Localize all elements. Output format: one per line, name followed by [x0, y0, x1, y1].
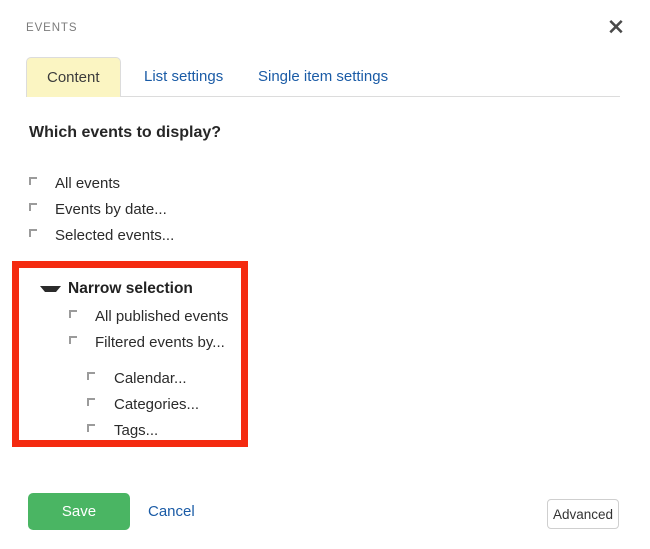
- radio-label: All published events: [95, 304, 228, 330]
- page-title: Which events to display?: [29, 123, 221, 143]
- narrow-selection-title: Narrow selection: [68, 279, 193, 299]
- tab-single-item-settings[interactable]: Single item settings: [250, 57, 396, 96]
- events-option-group: All events Events by date... Selected ev…: [0, 171, 650, 249]
- radio-icon: [69, 310, 78, 319]
- triangle-down-icon: [40, 286, 61, 292]
- radio-icon: [87, 372, 96, 381]
- radio-icon: [87, 424, 96, 433]
- radio-calendar[interactable]: Calendar...: [7, 366, 255, 392]
- radio-tags[interactable]: Tags...: [7, 418, 255, 444]
- radio-label: Selected events...: [55, 223, 174, 249]
- radio-label: Tags...: [114, 418, 158, 444]
- spacer: [7, 356, 255, 366]
- radio-events-by-date[interactable]: Events by date...: [0, 197, 650, 223]
- radio-icon: [69, 336, 78, 345]
- radio-icon: [29, 229, 38, 238]
- narrow-selection-section: Narrow selection All published events Fi…: [7, 268, 255, 440]
- narrow-selection-toggle[interactable]: Narrow selection: [40, 279, 193, 299]
- radio-label: Categories...: [114, 392, 199, 418]
- radio-label: Filtered events by...: [95, 330, 225, 356]
- radio-all-events[interactable]: All events: [0, 171, 650, 197]
- dialog-header: EVENTS: [0, 0, 650, 52]
- radio-icon: [87, 398, 96, 407]
- advanced-button[interactable]: Advanced: [547, 499, 619, 529]
- radio-label: All events: [55, 171, 120, 197]
- panel-title: EVENTS: [26, 21, 77, 35]
- tab-bar: Content List settings Single item settin…: [26, 57, 620, 97]
- radio-label: Calendar...: [114, 366, 187, 392]
- tab-list-settings[interactable]: List settings: [136, 57, 231, 96]
- radio-label: Events by date...: [55, 197, 167, 223]
- radio-filtered-events-by[interactable]: Filtered events by...: [7, 330, 255, 356]
- narrow-selection-option-group: All published events Filtered events by.…: [7, 304, 255, 444]
- radio-selected-events[interactable]: Selected events...: [0, 223, 650, 249]
- radio-categories[interactable]: Categories...: [7, 392, 255, 418]
- radio-icon: [29, 203, 38, 212]
- cancel-button[interactable]: Cancel: [148, 503, 195, 521]
- radio-all-published-events[interactable]: All published events: [7, 304, 255, 330]
- radio-icon: [29, 177, 38, 186]
- narrow-selection-highlight: Narrow selection All published events Fi…: [12, 261, 248, 447]
- save-button[interactable]: Save: [28, 493, 130, 530]
- close-icon[interactable]: [605, 15, 627, 37]
- tab-content[interactable]: Content: [26, 57, 121, 97]
